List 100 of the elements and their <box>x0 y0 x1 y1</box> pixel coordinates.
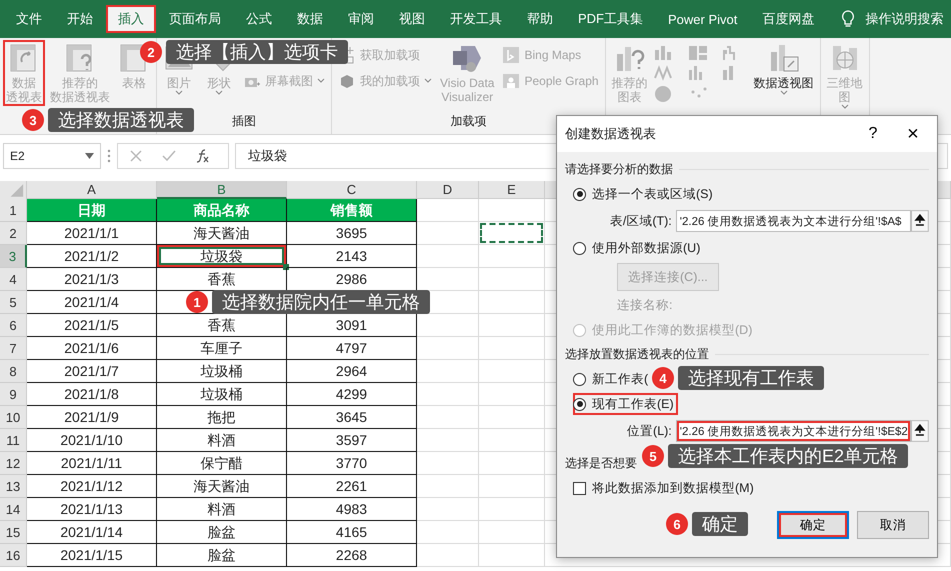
collapse-dialog-icon[interactable] <box>911 420 929 442</box>
table-cell[interactable]: 保宁醋 <box>157 452 287 475</box>
location-input[interactable]: '2.26 使用数据透视表为文本进行分组'!$E$2 <box>676 420 912 442</box>
empty-cell[interactable] <box>479 222 545 245</box>
column-header[interactable]: E <box>479 181 545 199</box>
empty-cell[interactable] <box>479 268 545 291</box>
checkbox-option[interactable]: 将此数据添加到数据模型(M) <box>573 477 758 499</box>
ribbon-tab[interactable]: 视图 <box>387 5 437 33</box>
table-cell[interactable]: 2021/1/12 <box>27 475 157 498</box>
dialog-button[interactable]: 取消 <box>857 511 929 539</box>
ribbon-tab[interactable]: 审阅 <box>336 5 386 33</box>
ribbon-tab[interactable]: 百度网盘 <box>750 5 826 33</box>
table-cell[interactable]: 3695 <box>287 222 417 245</box>
table-cell[interactable]: 海天酱油 <box>157 475 287 498</box>
table-cell[interactable]: 垃圾桶 <box>157 383 287 406</box>
radio-option[interactable]: 新工作表( <box>573 368 652 390</box>
row-header[interactable]: 3 <box>0 245 27 268</box>
row-header[interactable]: 7 <box>0 337 27 360</box>
ribbon-tab[interactable]: PDF工具集 <box>566 5 655 33</box>
collapse-dialog-icon[interactable] <box>911 210 929 232</box>
empty-cell[interactable] <box>479 314 545 337</box>
table-cell[interactable]: 2261 <box>287 475 417 498</box>
empty-cell[interactable] <box>417 360 479 383</box>
table-cell[interactable]: 3645 <box>287 406 417 429</box>
drag-handle-icon[interactable] <box>107 149 111 163</box>
table-cell[interactable]: 料酒 <box>157 429 287 452</box>
table-cell[interactable]: 垃圾袋 <box>157 245 287 268</box>
table-cell[interactable]: 脸盆 <box>157 521 287 544</box>
empty-cell[interactable] <box>417 475 479 498</box>
table-cell[interactable]: 4983 <box>287 498 417 521</box>
table-cell[interactable]: 2021/1/14 <box>27 521 157 544</box>
ribbon-tab[interactable]: Power Pivot <box>656 5 750 33</box>
select-all-icon[interactable] <box>0 181 27 199</box>
empty-cell[interactable] <box>479 452 545 475</box>
ribbon-tab[interactable]: 数据 <box>285 5 335 33</box>
table-cell[interactable]: 2143 <box>287 245 417 268</box>
range-input[interactable]: '2.26 使用数据透视表为文本进行分组'!$A$ <box>676 210 912 232</box>
column-header[interactable]: C <box>287 181 417 199</box>
table-cell[interactable]: 2021/1/15 <box>27 544 157 567</box>
row-header[interactable]: 1 <box>0 199 27 222</box>
table-cell[interactable]: 2021/1/1 <box>27 222 157 245</box>
row-header[interactable]: 6 <box>0 314 27 337</box>
empty-cell[interactable] <box>479 406 545 429</box>
table-cell[interactable]: 3597 <box>287 429 417 452</box>
empty-cell[interactable] <box>417 222 479 245</box>
column-header[interactable]: B <box>157 181 287 199</box>
ribbon-button[interactable]: 数据透视图 <box>750 40 817 98</box>
empty-cell[interactable] <box>479 498 545 521</box>
row-header[interactable]: 2 <box>0 222 27 245</box>
table-cell[interactable]: 4165 <box>287 521 417 544</box>
table-cell[interactable]: 2021/1/4 <box>27 291 157 314</box>
row-header[interactable]: 13 <box>0 475 27 498</box>
table-cell[interactable]: 2021/1/9 <box>27 406 157 429</box>
empty-cell[interactable] <box>417 452 479 475</box>
empty-cell[interactable] <box>479 429 545 452</box>
table-cell[interactable]: 2021/1/10 <box>27 429 157 452</box>
radio-option[interactable]: 选择一个表或区域(S) <box>573 183 717 205</box>
table-cell[interactable]: 垃圾桶 <box>157 360 287 383</box>
table-cell[interactable]: 2021/1/2 <box>27 245 157 268</box>
row-header[interactable]: 16 <box>0 544 27 567</box>
function-icon[interactable] <box>196 149 210 163</box>
empty-cell[interactable] <box>417 521 479 544</box>
table-cell[interactable]: 2268 <box>287 544 417 567</box>
empty-cell[interactable] <box>479 360 545 383</box>
row-header[interactable]: 10 <box>0 406 27 429</box>
row-header[interactable]: 9 <box>0 383 27 406</box>
row-header[interactable]: 11 <box>0 429 27 452</box>
radio-option[interactable]: 使用外部数据源(U) <box>573 237 704 259</box>
empty-cell[interactable] <box>479 475 545 498</box>
row-header[interactable]: 4 <box>0 268 27 291</box>
table-cell[interactable]: 2021/1/13 <box>27 498 157 521</box>
table-cell[interactable]: 2021/1/11 <box>27 452 157 475</box>
row-header[interactable]: 15 <box>0 521 27 544</box>
table-cell[interactable]: 4299 <box>287 383 417 406</box>
ribbon-tab[interactable]: 插入 <box>106 5 156 33</box>
table-cell[interactable]: 2964 <box>287 360 417 383</box>
table-cell[interactable]: 2021/1/8 <box>27 383 157 406</box>
cancel-icon[interactable] <box>130 150 142 162</box>
ribbon-tab[interactable]: 文件 <box>4 5 54 33</box>
empty-cell[interactable] <box>479 544 545 567</box>
table-cell[interactable]: 拖把 <box>157 406 287 429</box>
table-cell[interactable]: 2021/1/5 <box>27 314 157 337</box>
tell-me-search[interactable]: 操作说明搜索 <box>865 10 944 28</box>
ribbon-tab[interactable]: 帮助 <box>515 5 565 33</box>
table-cell[interactable]: 2021/1/3 <box>27 268 157 291</box>
empty-cell[interactable] <box>479 337 545 360</box>
empty-cell[interactable] <box>417 498 479 521</box>
empty-cell[interactable] <box>417 245 479 268</box>
lightbulb-icon[interactable] <box>841 10 856 28</box>
table-cell[interactable]: 4797 <box>287 337 417 360</box>
empty-cell[interactable] <box>479 199 545 222</box>
table-cell[interactable]: 3770 <box>287 452 417 475</box>
row-header[interactable]: 8 <box>0 360 27 383</box>
empty-cell[interactable] <box>417 383 479 406</box>
ribbon-tab[interactable]: 公式 <box>234 5 284 33</box>
empty-cell[interactable] <box>479 245 545 268</box>
help-button[interactable]: ? <box>853 119 893 149</box>
row-header[interactable]: 14 <box>0 498 27 521</box>
ribbon-tab[interactable]: 页面布局 <box>157 5 233 33</box>
radio-option[interactable]: 现有工作表(E) <box>573 393 678 415</box>
